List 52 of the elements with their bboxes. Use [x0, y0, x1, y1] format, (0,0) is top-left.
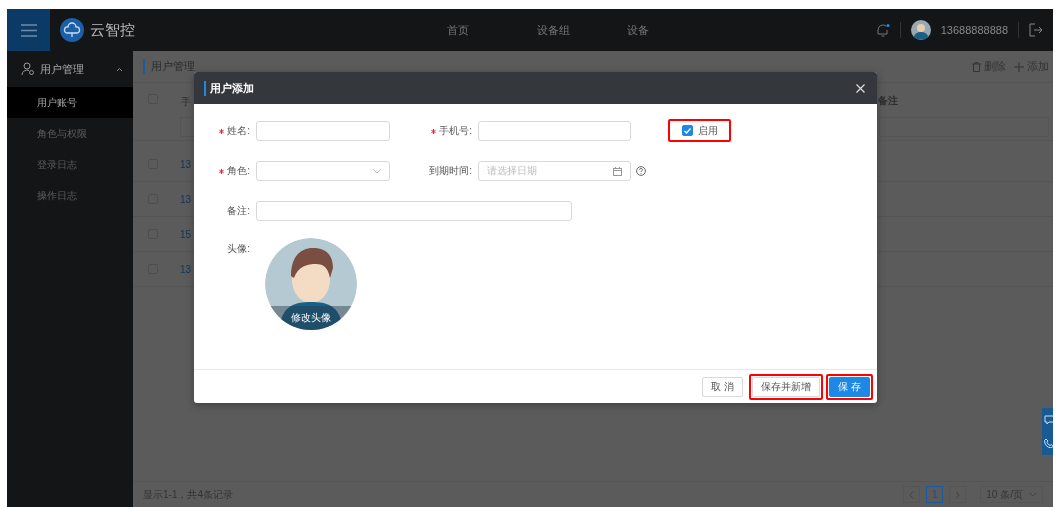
avatar-upload[interactable]: 修改头像	[265, 238, 357, 330]
contact-panel[interactable]	[1042, 408, 1053, 455]
dialog-button[interactable]: 取 消	[702, 376, 744, 397]
brand-name: 云智控	[90, 20, 135, 40]
sidebar-item[interactable]: 角色与权限	[7, 118, 133, 149]
enable-checkbox[interactable]: 启用	[681, 123, 718, 138]
field-label: 手机号:	[390, 121, 478, 141]
calendar-icon	[613, 166, 622, 176]
field-label: 角色:	[194, 161, 256, 181]
plus-icon	[1014, 61, 1024, 72]
caret-icon	[373, 168, 381, 174]
menu-icon	[20, 23, 37, 37]
avatar-icon[interactable]	[910, 20, 931, 40]
required-asterisk-icon	[219, 168, 225, 174]
close-button[interactable]	[856, 83, 865, 93]
field-label: 头像:	[226, 242, 251, 256]
role-select[interactable]	[256, 161, 390, 181]
help-icon[interactable]	[636, 166, 646, 176]
menu-button[interactable]	[7, 9, 50, 51]
trash-icon	[972, 61, 981, 72]
nav-link[interactable]: 设备组	[537, 22, 627, 38]
sidebar-group[interactable]: 用户管理	[7, 51, 133, 87]
bell-icon[interactable]	[875, 22, 890, 38]
check-icon	[683, 127, 691, 134]
sidebar-item[interactable]: 用户账号	[7, 87, 133, 118]
table-cell: 13	[180, 263, 192, 275]
required-asterisk-icon	[431, 128, 437, 134]
user-phone: 13688888888	[940, 24, 1008, 36]
table-cell: 13	[180, 193, 192, 205]
table-cell: 13	[180, 158, 192, 170]
avatar-silhouette-icon	[265, 238, 357, 330]
phone-icon	[1044, 438, 1053, 449]
sidebar-item[interactable]: 登录日志	[7, 149, 133, 180]
field-label: 备注:	[226, 204, 251, 218]
dialog-title: 用户添加	[204, 80, 254, 96]
nav-link[interactable]: 首页	[447, 22, 537, 38]
cloud-logo-icon	[60, 18, 84, 42]
nav-link[interactable]: 设备	[627, 22, 717, 38]
chat-icon	[1044, 414, 1053, 425]
text-field[interactable]	[256, 121, 390, 141]
save-button[interactable]: 保 存	[829, 376, 870, 397]
text-field[interactable]	[478, 121, 631, 141]
field-label: 到期时间:	[428, 164, 473, 178]
user-gear-icon	[21, 62, 35, 76]
required-asterisk-icon	[219, 128, 225, 134]
sidebar-item[interactable]: 操作日志	[7, 180, 133, 211]
table-cell: 15	[180, 228, 192, 240]
dialog-button[interactable]: 保存并新增	[752, 376, 821, 397]
field-label: 姓名:	[194, 121, 256, 141]
note-field[interactable]	[256, 201, 572, 221]
close-icon	[856, 83, 865, 93]
logout-icon[interactable]	[1029, 23, 1043, 37]
